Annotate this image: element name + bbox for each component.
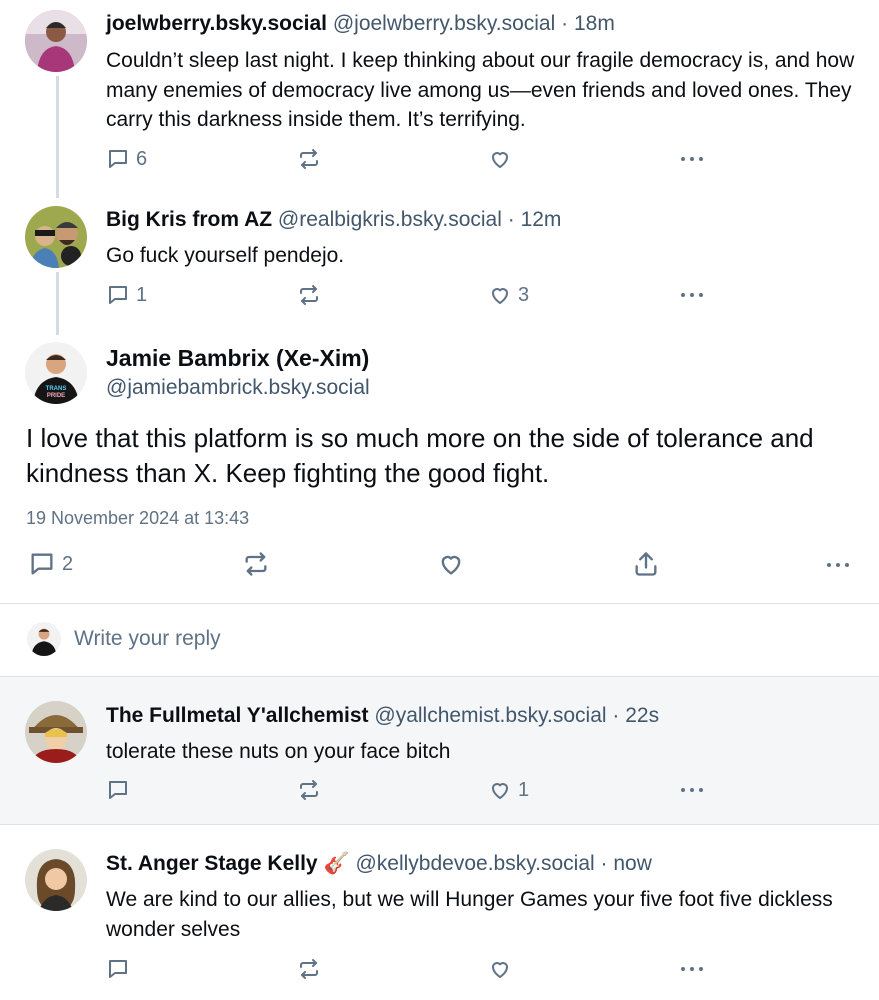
main-post: TRANS PRIDE Jamie Bambrix (Xe-Xim) @jami…	[0, 335, 879, 603]
more-icon[interactable]	[681, 967, 703, 971]
thread-connector	[56, 76, 59, 198]
reply-icon	[109, 960, 127, 978]
shirt-text: TRANS	[46, 386, 67, 392]
post-text: We are kind to our allies, but we will H…	[106, 888, 833, 941]
repost-icon	[300, 780, 318, 800]
post-text: tolerate these nuts on your face bitch	[106, 740, 451, 763]
like-icon	[492, 962, 508, 978]
guitar-emoji: 🎸	[323, 852, 350, 875]
reply-icon	[31, 553, 53, 575]
author-handle[interactable]: @jamiebambrick.bsky.social	[106, 376, 370, 400]
reply-count: 6	[136, 147, 148, 170]
avatar[interactable]	[25, 206, 87, 268]
like-icon	[441, 555, 461, 575]
author-name[interactable]: St. Anger Stage Kelly	[106, 852, 318, 875]
avatar[interactable]	[25, 849, 87, 911]
post-text: Go fuck yourself pendejo.	[106, 244, 345, 267]
reply-count: 2	[62, 552, 74, 575]
author-name[interactable]: The Fullmetal Y'allchemist	[106, 704, 369, 727]
post-timestamp[interactable]: 19 November 2024 at 13:43	[26, 508, 249, 529]
more-icon[interactable]	[681, 788, 703, 792]
thread-connector	[56, 272, 59, 335]
reply-button[interactable]: 1	[106, 283, 147, 307]
like-icon	[492, 783, 508, 799]
avatar[interactable]: TRANS PRIDE	[25, 342, 87, 404]
author-handle[interactable]: @kellybdevoe.bsky.social	[355, 852, 594, 875]
reply-button[interactable]: 2	[28, 550, 73, 578]
author-handle[interactable]: @yallchemist.bsky.social	[374, 704, 606, 727]
avatar[interactable]	[25, 701, 87, 763]
reply-post[interactable]: St. Anger Stage Kelly 🎸 @kellybdevoe.bsk…	[0, 825, 879, 1000]
reply-button[interactable]	[106, 957, 130, 981]
repost-icon	[300, 959, 318, 979]
post-time[interactable]: · 22s	[612, 704, 659, 727]
reply-icon	[109, 286, 127, 304]
reply-post[interactable]: The Fullmetal Y'allchemist @yallchemist.…	[0, 677, 879, 824]
thread-post[interactable]: Big Kris from AZ @realbigkris.bsky.socia…	[0, 200, 879, 335]
reply-count: 1	[136, 283, 148, 306]
post-time[interactable]: · 18m	[561, 12, 615, 35]
thread-post[interactable]: joelwberry.bsky.social @joelwberry.bsky.…	[0, 0, 879, 200]
author-name[interactable]: joelwberry.bsky.social	[106, 12, 327, 35]
reply-button[interactable]	[106, 778, 130, 802]
share-icon	[635, 552, 657, 576]
post-time[interactable]: · 12m	[508, 208, 562, 231]
reply-icon	[109, 781, 127, 799]
repost-button[interactable]	[297, 283, 321, 307]
like-icon	[492, 288, 508, 304]
share-button[interactable]	[632, 550, 660, 578]
repost-icon	[245, 552, 267, 576]
reply-icon	[109, 150, 127, 168]
shirt-text: PRIDE	[47, 393, 65, 399]
author-name[interactable]: Big Kris from AZ	[106, 208, 272, 231]
reply-button[interactable]: 6	[106, 147, 147, 171]
reply-composer[interactable]: Write your reply	[0, 604, 879, 676]
repost-button[interactable]	[242, 550, 270, 578]
like-icon	[492, 152, 508, 168]
avatar	[27, 622, 61, 656]
author-handle[interactable]: @joelwberry.bsky.social	[333, 12, 555, 35]
repost-button[interactable]	[297, 957, 321, 981]
author-name[interactable]: Jamie Bambrix (Xe-Xim)	[106, 345, 369, 372]
like-count: 1	[518, 778, 530, 801]
repost-icon	[300, 285, 318, 305]
like-button[interactable]: 1	[488, 778, 529, 802]
avatar[interactable]	[25, 10, 87, 72]
repost-icon	[300, 149, 318, 169]
repost-button[interactable]	[297, 147, 321, 171]
post-time[interactable]: · now	[601, 852, 652, 875]
like-button[interactable]	[488, 957, 512, 981]
like-button[interactable]	[488, 147, 512, 171]
post-text: Couldn’t sleep last night. I keep thinki…	[106, 49, 855, 131]
like-button[interactable]	[437, 550, 465, 578]
more-icon[interactable]	[827, 563, 849, 567]
repost-button[interactable]	[297, 778, 321, 802]
more-icon[interactable]	[681, 157, 703, 161]
like-count: 3	[518, 283, 530, 306]
like-button[interactable]: 3	[488, 283, 529, 307]
reply-input[interactable]: Write your reply	[74, 627, 221, 651]
post-text: I love that this platform is so much mor…	[26, 423, 814, 488]
author-handle[interactable]: @realbigkris.bsky.social	[278, 208, 502, 231]
more-icon[interactable]	[681, 293, 703, 297]
